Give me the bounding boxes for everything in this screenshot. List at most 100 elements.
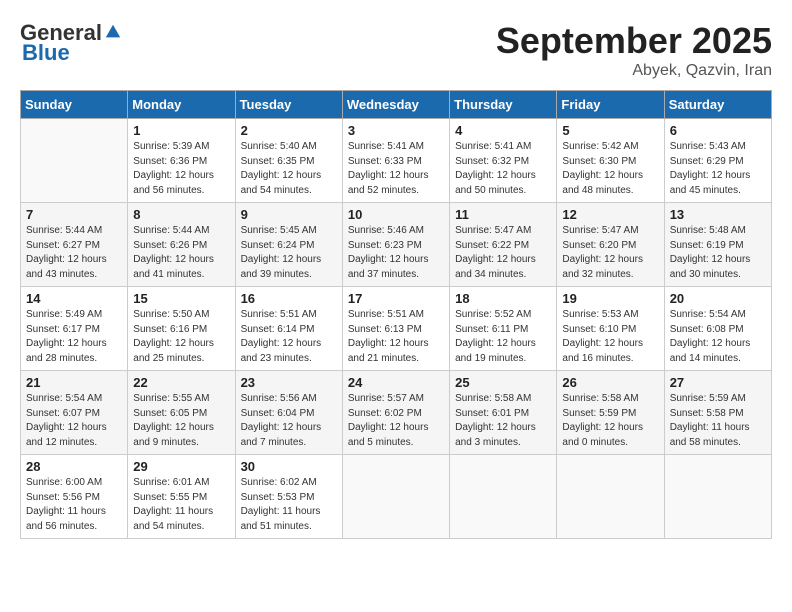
day-header-saturday: Saturday: [664, 91, 771, 119]
calendar-day-cell: 24 Sunrise: 5:57 AM Sunset: 6:02 PM Dayli…: [342, 371, 449, 455]
day-info: Sunrise: 5:52 AM Sunset: 6:11 PM Dayligh…: [455, 308, 551, 366]
day-info: Sunrise: 5:44 AM Sunset: 6:27 PM Dayligh…: [26, 224, 122, 282]
day-number: 21: [26, 375, 122, 390]
calendar-day-cell: 25Sunrise: 5:58 AM Sunset: 6:01 PM Dayli…: [450, 371, 557, 455]
day-number: 9: [241, 207, 337, 222]
calendar-day-cell: 14Sunrise: 5:49 AM Sunset: 6:17 PM Dayli…: [21, 287, 128, 371]
day-number: 17: [348, 291, 444, 306]
calendar-day-cell: [450, 455, 557, 539]
day-number: 28: [26, 459, 122, 474]
day-info: Sunrise: 5:57 AM Sunset: 6:02 PM Dayligh…: [348, 392, 444, 450]
calendar-day-cell: 21 Sunrise: 5:54 AM Sunset: 6:07 PM Dayli…: [21, 371, 128, 455]
day-info: Sunrise: 5:56 AM Sunset: 6:04 PM Dayligh…: [241, 392, 337, 450]
day-header-monday: Monday: [128, 91, 235, 119]
day-number: 26: [562, 375, 658, 390]
calendar-day-cell: [557, 455, 664, 539]
day-number: 4: [455, 123, 551, 138]
day-header-tuesday: Tuesday: [235, 91, 342, 119]
day-number: 18: [455, 291, 551, 306]
calendar-day-cell: 6Sunrise: 5:43 AM Sunset: 6:29 PM Daylig…: [664, 119, 771, 203]
calendar-day-cell: 18 Sunrise: 5:52 AM Sunset: 6:11 PM Dayli…: [450, 287, 557, 371]
day-info: Sunrise: 5:51 AM Sunset: 6:13 PM Dayligh…: [348, 308, 444, 366]
calendar-day-cell: 11 Sunrise: 5:47 AM Sunset: 6:22 PM Dayli…: [450, 203, 557, 287]
day-info: Sunrise: 5:41 AM Sunset: 6:33 PM Dayligh…: [348, 140, 444, 198]
calendar-day-cell: 8Sunrise: 5:44 AM Sunset: 6:26 PM Daylig…: [128, 203, 235, 287]
day-number: 19: [562, 291, 658, 306]
day-number: 16: [241, 291, 337, 306]
day-info: Sunrise: 6:01 AM Sunset: 5:55 PM Dayligh…: [133, 476, 229, 534]
day-info: Sunrise: 5:39 AM Sunset: 6:36 PM Dayligh…: [133, 140, 229, 198]
day-number: 24: [348, 375, 444, 390]
title-area: September 2025 Abyek, Qazvin, Iran: [496, 20, 772, 80]
day-number: 12: [562, 207, 658, 222]
day-header-friday: Friday: [557, 91, 664, 119]
day-number: 5: [562, 123, 658, 138]
day-number: 25: [455, 375, 551, 390]
day-number: 23: [241, 375, 337, 390]
calendar-day-cell: 17 Sunrise: 5:51 AM Sunset: 6:13 PM Dayli…: [342, 287, 449, 371]
calendar-week-row: 21 Sunrise: 5:54 AM Sunset: 6:07 PM Dayli…: [21, 371, 772, 455]
logo-icon: [104, 23, 122, 41]
day-info: Sunrise: 5:54 AM Sunset: 6:07 PM Dayligh…: [26, 392, 122, 450]
day-info: Sunrise: 5:47 AM Sunset: 6:22 PM Dayligh…: [455, 224, 551, 282]
calendar-day-cell: 5 Sunrise: 5:42 AM Sunset: 6:30 PM Daylig…: [557, 119, 664, 203]
calendar-day-cell: 15Sunrise: 5:50 AM Sunset: 6:16 PM Dayli…: [128, 287, 235, 371]
calendar-day-cell: 9Sunrise: 5:45 AM Sunset: 6:24 PM Daylig…: [235, 203, 342, 287]
day-number: 1: [133, 123, 229, 138]
day-info: Sunrise: 5:53 AM Sunset: 6:10 PM Dayligh…: [562, 308, 658, 366]
day-number: 29: [133, 459, 229, 474]
logo-blue-text: Blue: [22, 40, 70, 66]
day-info: Sunrise: 5:48 AM Sunset: 6:19 PM Dayligh…: [670, 224, 766, 282]
calendar-day-cell: 26 Sunrise: 5:58 AM Sunset: 5:59 PM Dayli…: [557, 371, 664, 455]
calendar-day-cell: 10Sunrise: 5:46 AM Sunset: 6:23 PM Dayli…: [342, 203, 449, 287]
day-info: Sunrise: 5:58 AM Sunset: 5:59 PM Dayligh…: [562, 392, 658, 450]
calendar-week-row: 28 Sunrise: 6:00 AM Sunset: 5:56 PM Dayli…: [21, 455, 772, 539]
location: Abyek, Qazvin, Iran: [496, 62, 772, 80]
calendar-table: SundayMondayTuesdayWednesdayThursdayFrid…: [20, 90, 772, 539]
calendar-day-cell: 7 Sunrise: 5:44 AM Sunset: 6:27 PM Daylig…: [21, 203, 128, 287]
calendar-week-row: 14Sunrise: 5:49 AM Sunset: 6:17 PM Dayli…: [21, 287, 772, 371]
calendar-day-cell: 22Sunrise: 5:55 AM Sunset: 6:05 PM Dayli…: [128, 371, 235, 455]
day-header-sunday: Sunday: [21, 91, 128, 119]
day-number: 2: [241, 123, 337, 138]
calendar-day-cell: [21, 119, 128, 203]
day-info: Sunrise: 5:41 AM Sunset: 6:32 PM Dayligh…: [455, 140, 551, 198]
day-info: Sunrise: 5:54 AM Sunset: 6:08 PM Dayligh…: [670, 308, 766, 366]
month-title: September 2025: [496, 20, 772, 62]
day-number: 30: [241, 459, 337, 474]
calendar-header-row: SundayMondayTuesdayWednesdayThursdayFrid…: [21, 91, 772, 119]
day-info: Sunrise: 5:49 AM Sunset: 6:17 PM Dayligh…: [26, 308, 122, 366]
day-number: 13: [670, 207, 766, 222]
day-info: Sunrise: 5:44 AM Sunset: 6:26 PM Dayligh…: [133, 224, 229, 282]
logo: General Blue: [20, 20, 122, 66]
day-info: Sunrise: 6:00 AM Sunset: 5:56 PM Dayligh…: [26, 476, 122, 534]
calendar-day-cell: 19 Sunrise: 5:53 AM Sunset: 6:10 PM Dayli…: [557, 287, 664, 371]
day-info: Sunrise: 5:50 AM Sunset: 6:16 PM Dayligh…: [133, 308, 229, 366]
day-info: Sunrise: 5:59 AM Sunset: 5:58 PM Dayligh…: [670, 392, 766, 450]
calendar-day-cell: 1 Sunrise: 5:39 AM Sunset: 6:36 PM Daylig…: [128, 119, 235, 203]
day-info: Sunrise: 5:43 AM Sunset: 6:29 PM Dayligh…: [670, 140, 766, 198]
calendar-day-cell: 30 Sunrise: 6:02 AM Sunset: 5:53 PM Dayli…: [235, 455, 342, 539]
day-number: 3: [348, 123, 444, 138]
day-number: 27: [670, 375, 766, 390]
day-number: 7: [26, 207, 122, 222]
day-header-wednesday: Wednesday: [342, 91, 449, 119]
day-info: Sunrise: 5:51 AM Sunset: 6:14 PM Dayligh…: [241, 308, 337, 366]
calendar-week-row: 7 Sunrise: 5:44 AM Sunset: 6:27 PM Daylig…: [21, 203, 772, 287]
day-number: 20: [670, 291, 766, 306]
calendar-day-cell: 28 Sunrise: 6:00 AM Sunset: 5:56 PM Dayli…: [21, 455, 128, 539]
page-header: General Blue September 2025 Abyek, Qazvi…: [20, 20, 772, 80]
calendar-day-cell: [342, 455, 449, 539]
day-number: 10: [348, 207, 444, 222]
day-info: Sunrise: 6:02 AM Sunset: 5:53 PM Dayligh…: [241, 476, 337, 534]
day-info: Sunrise: 5:47 AM Sunset: 6:20 PM Dayligh…: [562, 224, 658, 282]
calendar-week-row: 1 Sunrise: 5:39 AM Sunset: 6:36 PM Daylig…: [21, 119, 772, 203]
calendar-day-cell: 23 Sunrise: 5:56 AM Sunset: 6:04 PM Dayli…: [235, 371, 342, 455]
calendar-day-cell: 29 Sunrise: 6:01 AM Sunset: 5:55 PM Dayli…: [128, 455, 235, 539]
calendar-day-cell: 4 Sunrise: 5:41 AM Sunset: 6:32 PM Daylig…: [450, 119, 557, 203]
day-info: Sunrise: 5:42 AM Sunset: 6:30 PM Dayligh…: [562, 140, 658, 198]
calendar-day-cell: 16 Sunrise: 5:51 AM Sunset: 6:14 PM Dayli…: [235, 287, 342, 371]
calendar-day-cell: 2Sunrise: 5:40 AM Sunset: 6:35 PM Daylig…: [235, 119, 342, 203]
day-header-thursday: Thursday: [450, 91, 557, 119]
day-number: 11: [455, 207, 551, 222]
